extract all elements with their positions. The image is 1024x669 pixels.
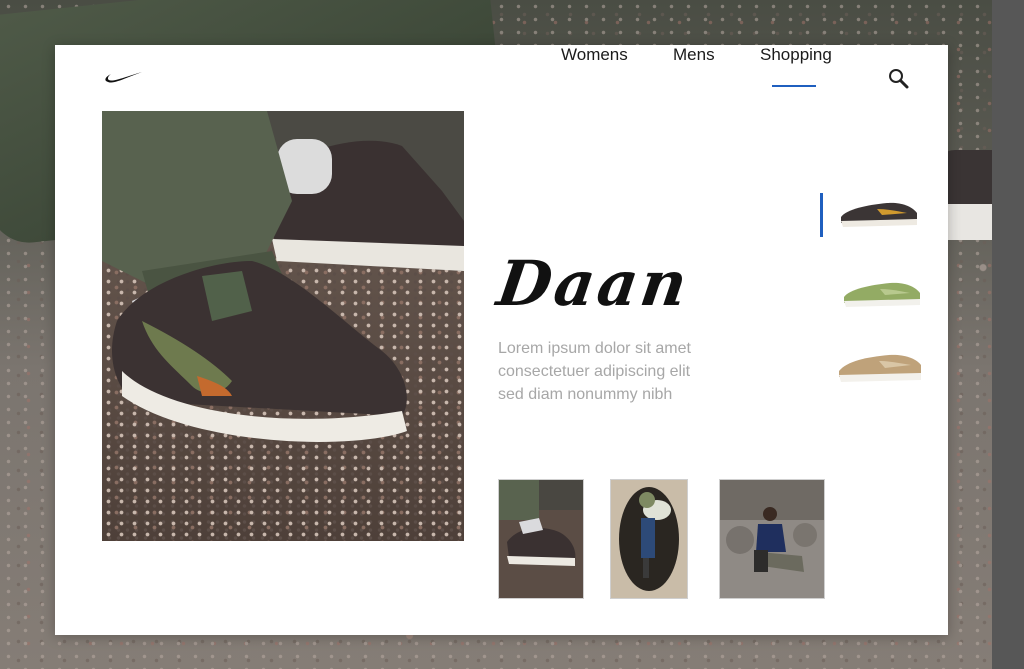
sneaker-icon: [844, 282, 920, 307]
sneaker-icon: [839, 354, 921, 382]
description-line: sed diam nonummy nibh: [498, 386, 673, 403]
search-button[interactable]: [887, 67, 911, 91]
nav-mens[interactable]: Mens: [673, 45, 715, 65]
thumb-image-sitting: [720, 480, 824, 598]
gallery-thumb-2[interactable]: [610, 479, 688, 599]
description-line: Lorem ipsum dolor sit amet: [498, 340, 691, 357]
gallery-thumb-1[interactable]: [498, 479, 584, 599]
selected-indicator: [820, 193, 823, 237]
thumb-image-tunnel: [611, 480, 687, 598]
product-thumb-green[interactable]: [840, 275, 924, 316]
description-line: consectetuer adipiscing elit: [498, 363, 691, 380]
product-thumb-tan[interactable]: [835, 345, 925, 392]
brand-logo[interactable]: [95, 61, 153, 93]
nav-shopping[interactable]: Shopping: [760, 45, 832, 87]
hero-image: [102, 111, 464, 541]
hero-shoe-illustration: [102, 111, 464, 442]
search-icon: [889, 69, 909, 89]
gallery-thumb-3[interactable]: [719, 479, 825, 599]
product-description: Lorem ipsum dolor sit amet consectetuer …: [498, 337, 738, 406]
sneaker-icon: [841, 202, 917, 227]
landing-card: Womens Mens Shopping Daan Lorem ipsum do…: [55, 45, 948, 635]
product-thumb-brown[interactable]: [837, 195, 921, 236]
nav-womens[interactable]: Womens: [561, 45, 628, 65]
product-title: Daan: [492, 247, 695, 320]
swoosh-logo-icon: [105, 72, 142, 83]
background-edge-strip: [992, 0, 1024, 669]
thumb-image-shoe: [499, 480, 583, 598]
